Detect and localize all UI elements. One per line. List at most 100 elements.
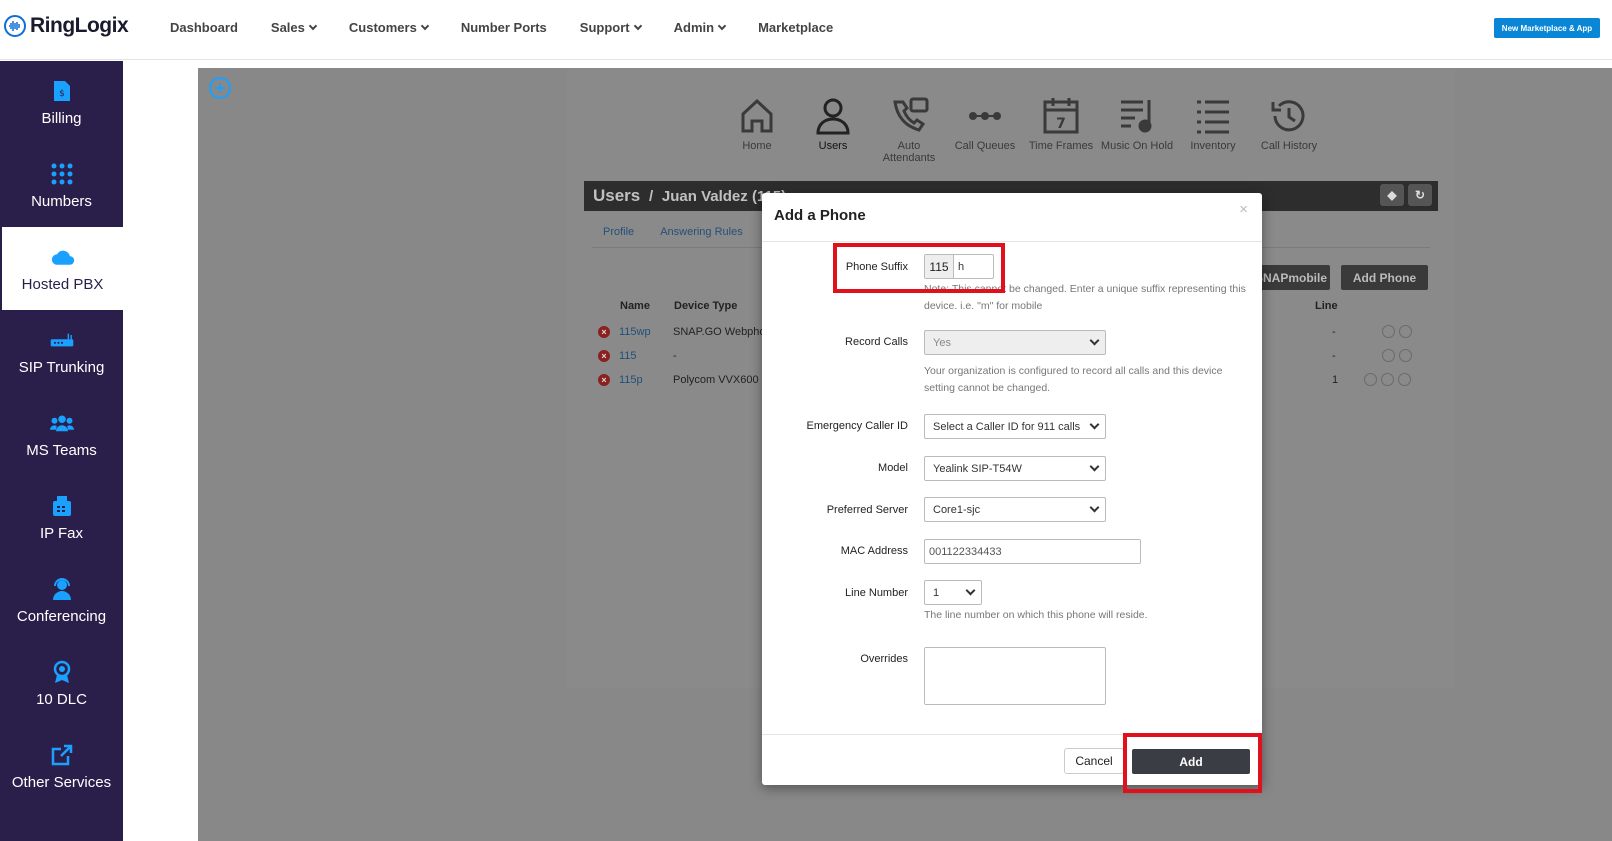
tab-call-queues[interactable]: Call Queues <box>947 96 1023 164</box>
sidebar-item-other-services[interactable]: Other Services <box>0 725 123 808</box>
phone-name-link[interactable]: 115wp <box>619 326 651 338</box>
call-queues-icon <box>969 112 1001 120</box>
sidebar-item-numbers[interactable]: Numbers <box>0 144 123 227</box>
svg-text:7: 7 <box>1056 116 1066 132</box>
remove-icon[interactable] <box>1399 325 1412 338</box>
overrides-label: Overrides <box>860 653 908 665</box>
chevron-down-icon <box>717 21 727 30</box>
sip-trunk-icon <box>50 328 74 352</box>
divider <box>762 241 1262 242</box>
chevron-down-icon <box>1089 419 1100 430</box>
pbx-tabs: Home Users Auto Attendants Call Queues 7… <box>719 96 1327 164</box>
plus-icon[interactable]: + <box>209 77 231 99</box>
nav-number-ports[interactable]: Number Ports <box>461 20 547 35</box>
chevron-down-icon <box>965 585 976 596</box>
conference-icon <box>50 577 74 601</box>
sidebar-item-conferencing[interactable]: Conferencing <box>0 559 123 642</box>
badge-icon <box>50 660 74 684</box>
brand-name: RingLogix <box>30 14 129 37</box>
chevron-down-icon <box>1089 335 1100 346</box>
list-icon <box>1197 100 1229 134</box>
settings-icon[interactable] <box>1364 373 1377 386</box>
logo-icon <box>4 15 26 37</box>
calendar-icon: 7 <box>1043 98 1079 134</box>
tab-home[interactable]: Home <box>719 96 795 164</box>
add-phone-button[interactable]: Add Phone <box>1341 265 1428 290</box>
logo[interactable]: RingLogix <box>4 14 129 38</box>
record-calls-label: Record Calls <box>845 336 908 348</box>
auto-attendant-icon <box>893 97 929 132</box>
new-marketplace-button[interactable]: New Marketplace & App <box>1494 18 1600 38</box>
snapmobile-button[interactable]: SNAPmobile <box>1252 265 1330 290</box>
chevron-down-icon <box>420 21 430 30</box>
chevron-down-icon <box>633 21 642 30</box>
phone-name-link[interactable]: 115 <box>619 350 637 362</box>
model-select[interactable]: Yealink SIP-T54W <box>924 456 1106 481</box>
numbers-grid-icon <box>50 162 74 186</box>
cloud-phone-icon <box>51 245 75 269</box>
tab-inventory[interactable]: Inventory <box>1175 96 1251 164</box>
modal-title: Add a Phone <box>774 207 866 224</box>
external-link-icon <box>50 743 74 767</box>
edit-icon[interactable] <box>1382 349 1395 362</box>
chevron-down-icon <box>1089 461 1100 472</box>
remove-icon[interactable] <box>1398 373 1411 386</box>
home-icon <box>741 98 773 133</box>
delete-icon[interactable]: × <box>598 374 610 386</box>
tab-auto-attendants[interactable]: Auto Attendants <box>871 96 947 164</box>
tab-answering-rules[interactable]: Answering Rules <box>660 226 743 238</box>
nav-support[interactable]: Support <box>580 20 642 35</box>
emergency-caller-id-select[interactable]: Select a Caller ID for 911 calls <box>924 414 1106 439</box>
delete-icon[interactable]: × <box>598 326 610 338</box>
teams-people-icon <box>49 411 74 435</box>
line-number-select[interactable]: 1 <box>924 580 982 605</box>
remove-icon[interactable] <box>1399 349 1412 362</box>
mac-address-label: MAC Address <box>840 545 908 557</box>
music-icon <box>1121 100 1152 133</box>
nav-dashboard[interactable]: Dashboard <box>170 20 238 35</box>
nav-customers[interactable]: Customers <box>349 20 430 35</box>
nav-marketplace[interactable]: Marketplace <box>758 20 833 35</box>
line-number-help: The line number on which this phone will… <box>924 609 1148 621</box>
col-header-line: Line <box>1315 300 1338 312</box>
highlight-phone-suffix <box>833 243 1005 293</box>
top-navbar: RingLogix Dashboard Sales Customers Numb… <box>0 0 1612 60</box>
svg-text:$: $ <box>59 89 65 99</box>
main-nav: Dashboard Sales Customers Number Ports S… <box>170 20 866 35</box>
sidebar-item-10-dlc[interactable]: 10 DLC <box>0 642 123 725</box>
edit-icon[interactable] <box>1382 325 1395 338</box>
tab-users[interactable]: Users <box>795 96 871 164</box>
col-header-name: Name <box>620 300 650 312</box>
sidebar-item-ip-fax[interactable]: IP Fax <box>0 476 123 559</box>
sidebar-item-sip-trunking[interactable]: SIP Trunking <box>0 310 123 393</box>
cancel-button[interactable]: Cancel <box>1064 748 1124 774</box>
preferred-server-label: Preferred Server <box>826 504 908 516</box>
user-icon <box>816 98 850 135</box>
mask-icon[interactable]: ◆ <box>1380 184 1404 206</box>
tab-time-frames[interactable]: 7 Time Frames <box>1023 96 1099 164</box>
tab-call-history[interactable]: Call History <box>1251 96 1327 164</box>
nav-sales[interactable]: Sales <box>271 20 318 35</box>
breadcrumb-separator: / <box>649 188 654 205</box>
close-icon[interactable]: × <box>1239 201 1248 218</box>
refresh-icon[interactable]: ↻ <box>1408 184 1432 206</box>
phone-name-link[interactable]: 115p <box>619 374 643 386</box>
tab-music-on-hold[interactable]: Music On Hold <box>1099 96 1175 164</box>
record-calls-select: Yes <box>924 330 1106 355</box>
sidebar-item-hosted-pbx[interactable]: Hosted PBX <box>0 227 123 310</box>
history-icon <box>1271 100 1305 132</box>
preferred-server-select[interactable]: Core1-sjc <box>924 497 1106 522</box>
chevron-down-icon <box>1089 502 1100 513</box>
mac-address-input[interactable]: 001122334433 <box>924 539 1141 564</box>
edit-icon[interactable] <box>1381 373 1394 386</box>
record-calls-help: Your organization is configured to recor… <box>924 365 1223 394</box>
emergency-caller-id-label: Emergency Caller ID <box>806 420 908 432</box>
tab-profile[interactable]: Profile <box>603 226 634 238</box>
nav-admin[interactable]: Admin <box>674 20 727 35</box>
overrides-textarea[interactable] <box>924 647 1106 705</box>
delete-icon[interactable]: × <box>598 350 610 362</box>
sidebar-item-billing[interactable]: $ Billing <box>0 61 123 144</box>
model-label: Model <box>878 462 908 474</box>
sidebar-item-ms-teams[interactable]: MS Teams <box>0 393 123 476</box>
highlight-add-button <box>1123 733 1262 793</box>
